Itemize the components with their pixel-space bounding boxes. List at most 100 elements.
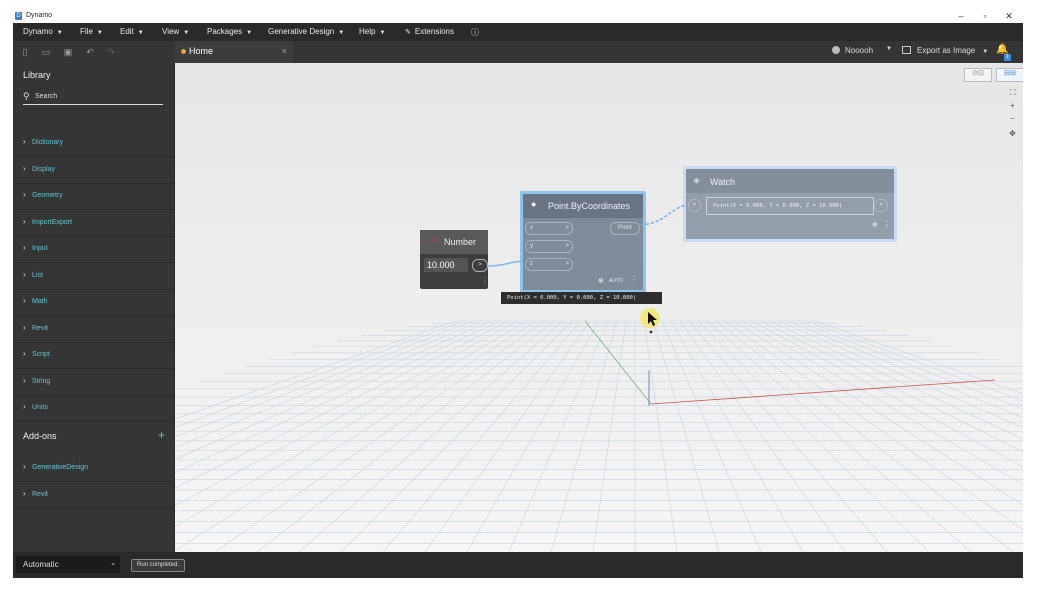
chevron-down-icon: ▼ xyxy=(137,30,144,36)
library-category-label: Geometry xyxy=(32,192,63,199)
menu-extensions-label: Extensions xyxy=(414,27,455,36)
library-category-geometry[interactable]: › Geometry xyxy=(13,183,174,210)
chevron-down-icon: ▼ xyxy=(379,30,386,36)
tab-home-label: Home xyxy=(189,46,214,56)
menu-bar: Dynamo ▼ File ▼ Edit ▼ View ▼ Packages ▼ Gene… xyxy=(13,23,1023,41)
addons-title: Add-ons xyxy=(23,431,57,441)
menu-edit[interactable]: Edit ▼ xyxy=(120,27,144,36)
export-as-image-button[interactable]: Export as Image ▼ xyxy=(902,46,988,55)
info-icon[interactable]: ⓘ xyxy=(471,27,479,38)
library-category-label: Display xyxy=(32,165,55,173)
library-category-script[interactable]: › Script xyxy=(13,342,174,369)
save-icon[interactable]: ▣ xyxy=(62,46,74,58)
library-title: Library xyxy=(23,70,51,80)
chevron-right-icon: › xyxy=(23,322,26,332)
addon-generativedesign[interactable]: › GenerativeDesign xyxy=(13,455,174,482)
library-category-units[interactable]: › Units xyxy=(13,395,174,422)
chevron-right-icon: › xyxy=(23,375,26,385)
chevron-right-icon: › xyxy=(23,163,26,173)
library-category-dictionary[interactable]: › Dictionary xyxy=(13,130,174,157)
chevron-right-icon: › xyxy=(23,402,26,411)
menu-file[interactable]: File ▼ xyxy=(80,27,103,36)
chevron-right-icon: › xyxy=(23,488,26,498)
library-category-label: Revit xyxy=(32,324,48,332)
close-window-button[interactable]: ✕ xyxy=(997,11,1021,22)
addon-revit[interactable]: › Revit xyxy=(13,482,174,509)
open-folder-icon[interactable]: ▭ xyxy=(40,46,52,58)
search-placeholder: Search xyxy=(35,93,58,100)
addon-label: Revit xyxy=(32,490,48,498)
library-category-math[interactable]: › Math xyxy=(13,289,174,316)
chevron-down-icon: ⌄ xyxy=(110,560,116,567)
chevron-right-icon: › xyxy=(23,349,26,358)
chevron-right-icon: › xyxy=(23,243,26,252)
library-category-input[interactable]: › Input xyxy=(13,236,174,263)
restore-button[interactable]: ▫ xyxy=(973,11,997,22)
library-category-label: Script xyxy=(32,351,50,358)
menu-view-label: View xyxy=(162,27,180,36)
image-icon xyxy=(902,46,911,54)
menu-help[interactable]: Help ▼ xyxy=(359,27,385,36)
library-category-list[interactable]: › List xyxy=(13,263,174,290)
chevron-right-icon: › xyxy=(23,216,26,226)
connector-number-to-z[interactable] xyxy=(487,260,524,267)
close-tab-icon[interactable]: × xyxy=(282,46,287,56)
library-category-label: List xyxy=(32,271,43,279)
user-name: Nooooh xyxy=(845,46,874,55)
chevron-right-icon: › xyxy=(23,269,26,279)
new-file-icon[interactable]: ▯ xyxy=(19,46,31,58)
chevron-down-icon: ▼ xyxy=(982,49,989,55)
chevron-down-icon: ▼ xyxy=(246,30,253,36)
dynamo-window: D Dynamo – ▫ ✕ Dynamo ▼ File ▼ Edit ▼ View ▼… xyxy=(13,9,1023,578)
chevron-right-icon: › xyxy=(23,296,26,305)
menu-packages[interactable]: Packages ▼ xyxy=(207,27,252,36)
workspace-canvas[interactable]: ⊙⊡ ⊟⊟ ⛶ + − ✥ 123 Number 10.000 > ⋮ ● Po… xyxy=(175,63,1023,552)
menu-edit-label: Edit xyxy=(120,27,134,36)
library-category-label: Units xyxy=(32,404,48,411)
chevron-right-icon: › xyxy=(23,137,26,146)
export-label: Export as Image xyxy=(917,46,976,55)
tab-home[interactable]: Home × xyxy=(175,41,293,65)
unsaved-indicator xyxy=(181,49,186,54)
library-category-label: Dictionary xyxy=(32,139,64,146)
connectors xyxy=(487,204,687,267)
addon-label: GenerativeDesign xyxy=(32,464,89,471)
window-title: Dynamo xyxy=(26,12,53,19)
chevron-down-icon: ▼ xyxy=(56,30,63,36)
user-menu-caret[interactable]: ▼ xyxy=(886,46,892,52)
run-mode-value: Automatic xyxy=(23,560,59,569)
user-account[interactable]: Nooooh xyxy=(832,46,873,55)
library-category-string[interactable]: › String xyxy=(13,369,174,396)
user-icon xyxy=(832,46,840,54)
menu-generative-design[interactable]: Generative Design ▼ xyxy=(268,27,344,36)
library-category-label: String xyxy=(32,377,51,385)
undo-icon[interactable]: ↶ xyxy=(84,46,96,58)
chevron-down-icon: ▼ xyxy=(96,30,103,36)
library-category-display[interactable]: › Display xyxy=(13,157,174,184)
menu-file-label: File xyxy=(80,27,93,36)
menu-view[interactable]: View ▼ xyxy=(162,27,189,36)
library-search-input[interactable]: ⚲ Search xyxy=(23,90,163,105)
chevron-down-icon: ▼ xyxy=(183,30,190,36)
menu-packages-label: Packages xyxy=(207,27,243,36)
library-category-revit[interactable]: › Revit xyxy=(13,316,174,343)
search-icon: ⚲ xyxy=(23,91,30,101)
library-category-importexport[interactable]: › ImportExport xyxy=(13,210,174,237)
add-addon-icon[interactable]: + xyxy=(158,428,165,442)
library-category-label: Input xyxy=(32,245,48,252)
menu-help-label: Help xyxy=(359,27,376,36)
run-mode-select[interactable]: Automatic ⌄ xyxy=(16,556,120,573)
menu-extensions[interactable]: ✎ Extensions xyxy=(405,27,454,36)
menu-dynamo[interactable]: Dynamo ▼ xyxy=(23,27,63,36)
chevron-right-icon: › xyxy=(23,462,26,471)
menu-generative-design-label: Generative Design xyxy=(268,27,335,36)
library-category-label: ImportExport xyxy=(32,218,73,226)
title-bar: D Dynamo – ▫ ✕ xyxy=(13,9,1023,23)
notification-count-badge: 1 xyxy=(1004,54,1011,61)
minimize-button[interactable]: – xyxy=(949,11,973,22)
library-panel: Library ⚲ Search › Dictionary › Display › Geo… xyxy=(13,63,174,552)
menu-dynamo-label: Dynamo xyxy=(23,27,53,36)
connector-point-to-watch[interactable] xyxy=(640,204,687,226)
redo-icon[interactable]: ↷ xyxy=(105,46,117,58)
chevron-right-icon: › xyxy=(23,190,26,199)
